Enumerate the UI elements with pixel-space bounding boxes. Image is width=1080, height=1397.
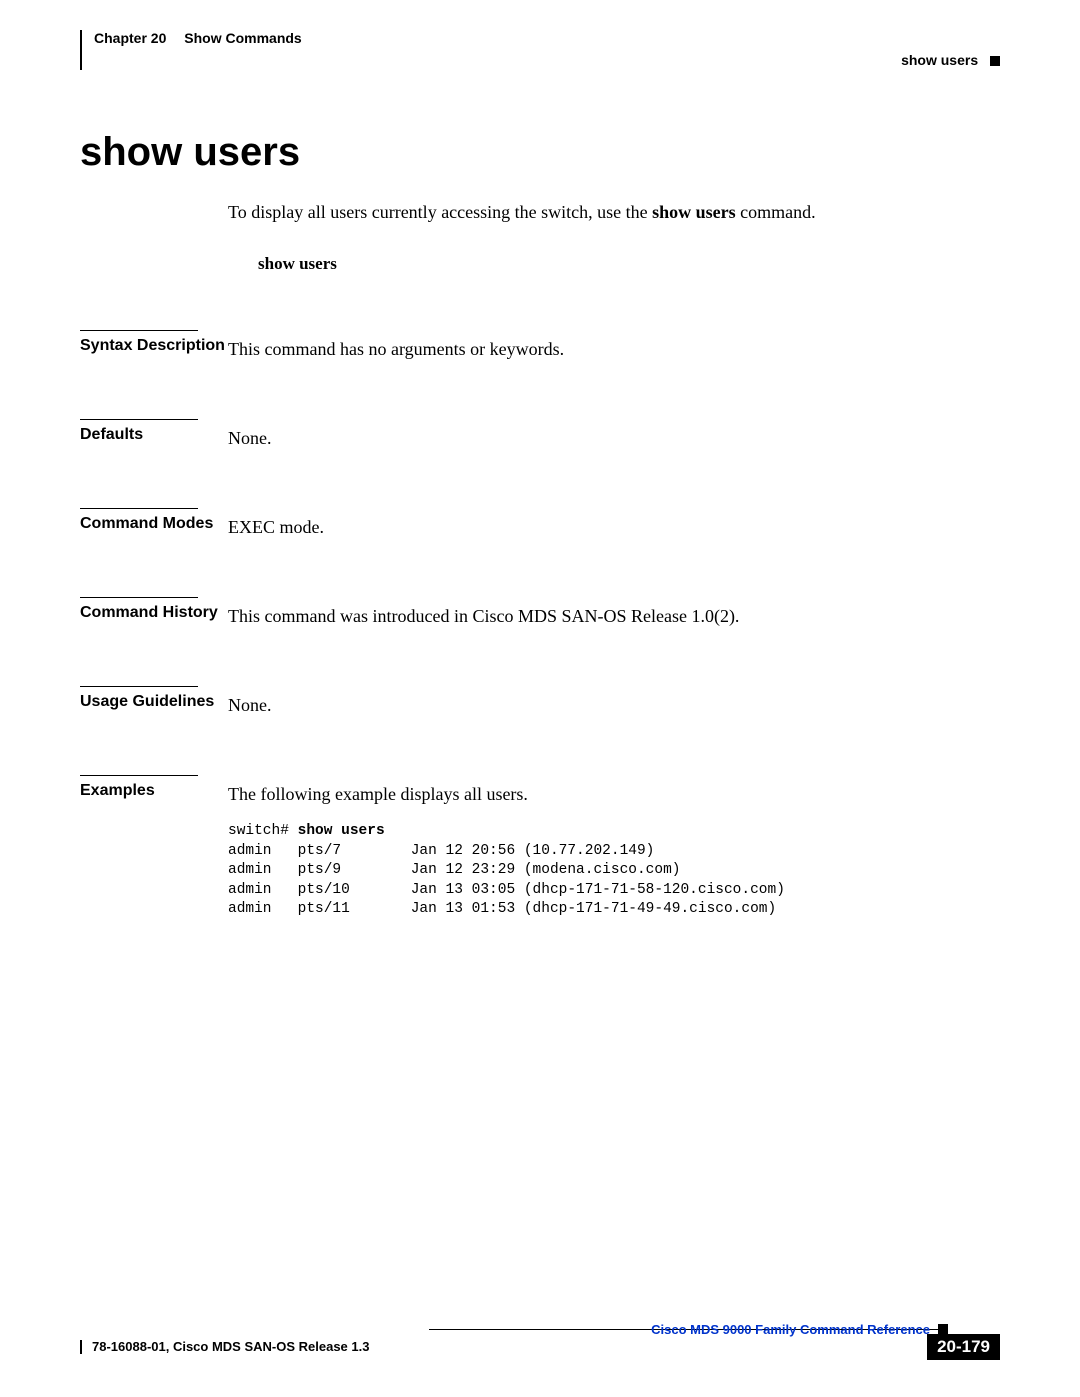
syntax-command-line: show users (258, 254, 1000, 274)
section-content: EXEC mode. (228, 508, 1000, 541)
footer-tick-icon (80, 1340, 82, 1354)
page-footer: Cisco MDS 9000 Family Command Reference … (80, 1320, 1000, 1370)
section-syntax-description: Syntax Description This command has no a… (80, 330, 1000, 363)
page-title: show users (80, 130, 1000, 175)
page-number: 20-179 (927, 1334, 1000, 1360)
footer-release: 78-16088-01, Cisco MDS SAN-OS Release 1.… (92, 1339, 369, 1354)
header-marker-icon (990, 56, 1000, 66)
header-left: Chapter 20 Show Commands (94, 30, 1000, 46)
section-content: None. (228, 419, 1000, 452)
section-label-text: Examples (80, 782, 228, 800)
section-label: Syntax Description (80, 330, 228, 363)
section-rule (80, 597, 198, 598)
section-examples: Examples The following example displays … (80, 775, 1000, 920)
section-label: Command History (80, 597, 228, 630)
section-label: Usage Guidelines (80, 686, 228, 719)
section-label: Defaults (80, 419, 228, 452)
intro-pre: To display all users currently accessing… (228, 202, 652, 222)
section-rule (80, 775, 198, 776)
header-right: show users (901, 52, 1000, 68)
section-label-text: Usage Guidelines (80, 693, 228, 711)
intro-post: command. (736, 202, 816, 222)
section-label-text: Defaults (80, 426, 228, 444)
chapter-title: Show Commands (184, 30, 301, 46)
section-content: This command has no arguments or keyword… (228, 330, 1000, 363)
section-command-history: Command History This command was introdu… (80, 597, 1000, 630)
section-rule (80, 686, 198, 687)
footer-bottom: 78-16088-01, Cisco MDS SAN-OS Release 1.… (80, 1340, 1000, 1364)
section-label-text: Command History (80, 604, 228, 622)
section-label: Command Modes (80, 508, 228, 541)
section-content: None. (228, 686, 1000, 719)
page-header: Chapter 20 Show Commands show users (80, 30, 1000, 70)
section-rule (80, 419, 198, 420)
section-label-text: Syntax Description (80, 337, 228, 355)
document-page: Chapter 20 Show Commands show users show… (80, 30, 1000, 1370)
section-defaults: Defaults None. (80, 419, 1000, 452)
footer-reference: Cisco MDS 9000 Family Command Reference (651, 1322, 930, 1337)
section-rule (80, 330, 198, 331)
section-content: This command was introduced in Cisco MDS… (228, 597, 1000, 630)
example-output-block: switch# show users admin pts/7 Jan 12 20… (228, 822, 1000, 920)
section-command-modes: Command Modes EXEC mode. (80, 508, 1000, 541)
section-label-text: Command Modes (80, 515, 228, 533)
section-rule (80, 508, 198, 509)
intro-command: show users (652, 202, 736, 222)
chapter-number: Chapter 20 (94, 30, 166, 46)
intro-paragraph: To display all users currently accessing… (228, 199, 1000, 226)
section-name: show users (901, 52, 978, 68)
footer-marker-icon (938, 1324, 948, 1334)
section-content: The following example displays all users… (228, 775, 1000, 920)
section-label: Examples (80, 775, 228, 920)
footer-top: Cisco MDS 9000 Family Command Reference (80, 1320, 1000, 1340)
section-usage-guidelines: Usage Guidelines None. (80, 686, 1000, 719)
examples-intro: The following example displays all users… (228, 784, 528, 804)
